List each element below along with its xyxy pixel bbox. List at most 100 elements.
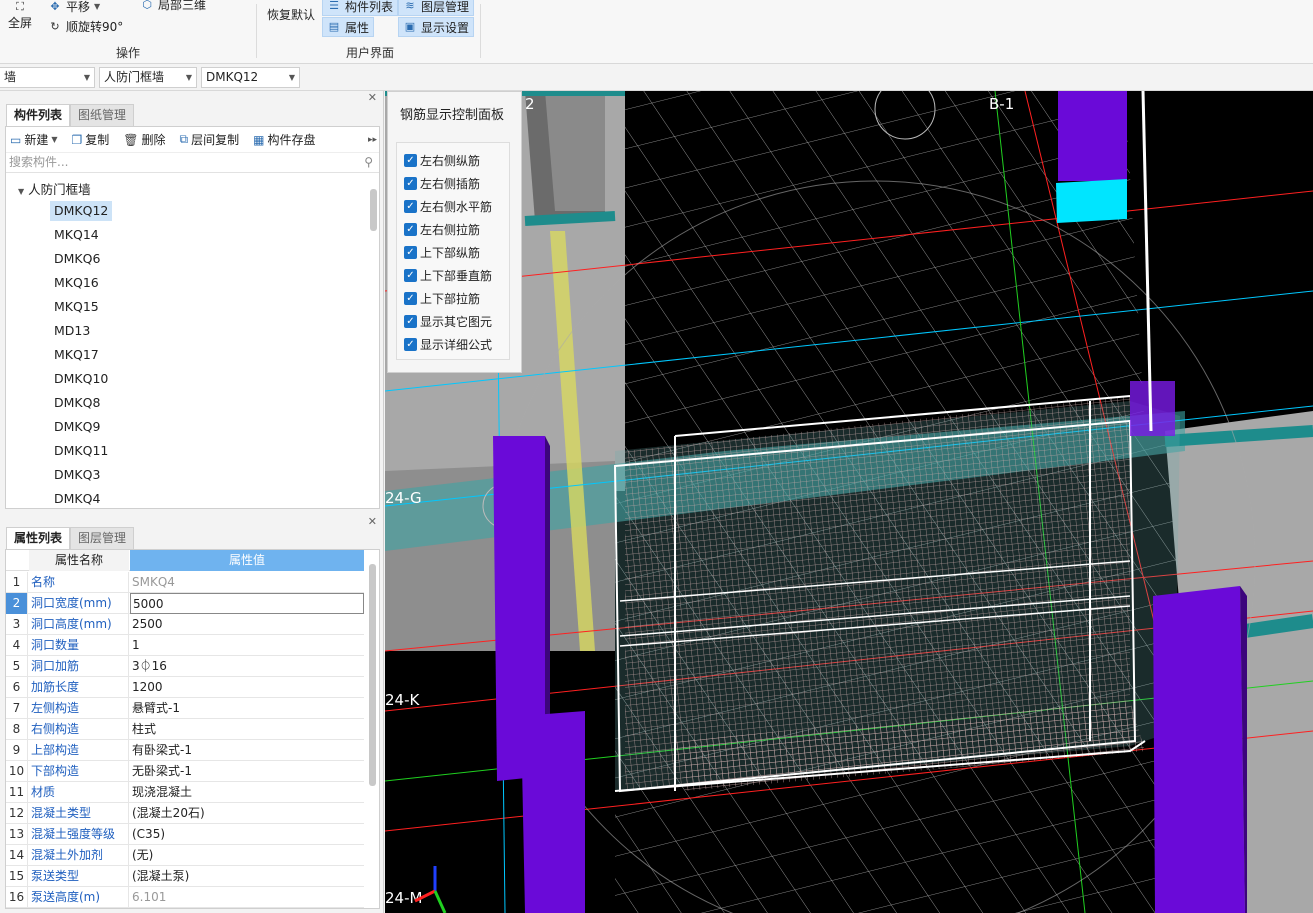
copy-button[interactable]: ❐ 复制	[72, 131, 110, 148]
property-value[interactable]: 5000	[130, 593, 364, 614]
rebar-option-checkbox[interactable]: ✓ 显示详细公式	[404, 336, 492, 353]
property-row[interactable]: 2 洞口宽度(mm) 5000	[6, 593, 364, 614]
tree-item[interactable]: DMKQ11	[50, 441, 112, 461]
property-value[interactable]: 1200	[130, 677, 364, 698]
tree-root[interactable]: ▼ 人防门框墙	[18, 179, 91, 198]
layer-copy-button[interactable]: ⧉ 层间复制	[180, 131, 240, 148]
property-value[interactable]: 有卧梁式-1	[130, 740, 364, 761]
property-row[interactable]: 1 名称 SMKQ4	[6, 572, 364, 593]
tree-item[interactable]: MKQ16	[50, 273, 103, 293]
tree-item[interactable]: DMKQ4	[50, 489, 104, 508]
component-panel: ▭ 新建 ▼ ❐ 复制 🗑 删除 ⧉ 层间复制 ▦ 构件存盘 ▸▸ 搜索构件... ⚲ ▼ …	[5, 126, 380, 509]
tree-item[interactable]: MKQ17	[50, 345, 103, 365]
new-button[interactable]: ▭ 新建 ▼	[10, 131, 58, 148]
property-row[interactable]: 5 洞口加筋 3⏀16	[6, 656, 364, 677]
rebar-option-checkbox[interactable]: ✓ 左右侧水平筋	[404, 198, 492, 215]
fullscreen-button[interactable]: ⛶ 全屏	[8, 0, 32, 31]
tree-item[interactable]: DMKQ9	[50, 417, 104, 437]
display-settings-toggle[interactable]: ▣ 显示设置	[398, 17, 475, 37]
search-input[interactable]: 搜索构件... ⚲	[6, 153, 379, 173]
property-name: 洞口宽度(mm)	[29, 593, 129, 614]
layer-mgmt-toggle[interactable]: ≋ 图层管理	[398, 0, 475, 16]
property-name: 混凝土类型	[29, 803, 129, 824]
property-value[interactable]: 3⏀16	[130, 656, 364, 677]
property-value[interactable]: (混凝土20石)	[130, 803, 364, 824]
ribbon-divider	[256, 4, 257, 58]
property-row[interactable]: 13 混凝土强度等级 (C35)	[6, 824, 364, 845]
property-value[interactable]: 现浇混凝土	[130, 782, 364, 803]
more-icon[interactable]: ▸▸	[368, 135, 377, 145]
rebar-option-label: 显示其它图元	[420, 315, 493, 329]
property-row[interactable]: 3 洞口高度(mm) 2500	[6, 614, 364, 635]
delete-button[interactable]: 🗑 删除	[123, 131, 165, 148]
property-row[interactable]: 12 混凝土类型 (混凝土20石)	[6, 803, 364, 824]
tree-item[interactable]: DMKQ12	[50, 201, 113, 221]
tree-scrollbar[interactable]	[370, 189, 377, 231]
tree-item[interactable]: DMKQ10	[50, 369, 112, 389]
tree-item[interactable]: MD13	[50, 321, 94, 341]
restore-default-button[interactable]: 恢复默认	[267, 6, 315, 23]
component-list-toggle[interactable]: ☰ 构件列表	[322, 0, 399, 16]
tab-layer-mgmt[interactable]: 图层管理	[70, 527, 135, 549]
property-value[interactable]: 6.101	[130, 887, 364, 908]
tree-item[interactable]: MKQ14	[50, 225, 103, 245]
close-icon[interactable]: ✕	[368, 91, 377, 104]
property-name: 混凝土外加剂	[29, 845, 129, 866]
component-select[interactable]: DMKQ12 ▼	[201, 67, 300, 88]
rebar-option-checkbox[interactable]: ✓ 左右侧插筋	[404, 175, 480, 192]
property-row[interactable]: 8 右侧构造 柱式	[6, 719, 364, 740]
property-value[interactable]: 2500	[130, 614, 364, 635]
property-row[interactable]: 14 混凝土外加剂 (无)	[6, 845, 364, 866]
property-value[interactable]: (混凝土泵)	[130, 866, 364, 887]
rebar-option-checkbox[interactable]: ✓ 显示其它图元	[404, 313, 492, 330]
property-row[interactable]: 11 材质 现浇混凝土	[6, 782, 364, 803]
rebar-option-checkbox[interactable]: ✓ 上下部拉筋	[404, 290, 480, 307]
property-scrollbar[interactable]	[369, 564, 376, 786]
tab-component-list[interactable]: 构件列表	[6, 104, 71, 126]
category-select[interactable]: 人防门框墙 ▼	[99, 67, 197, 88]
rebar-option-checkbox[interactable]: ✓ 上下部纵筋	[404, 244, 480, 261]
property-value[interactable]: (C35)	[130, 824, 364, 845]
property-row[interactable]: 10 下部构造 无卧梁式-1	[6, 761, 364, 782]
tab-drawing-mgmt[interactable]: 图纸管理	[70, 104, 135, 126]
axis-label-24m: 24-M	[385, 889, 422, 907]
3d-viewport[interactable]: 2 B-1 24-G 24-K 24-M	[385, 91, 1313, 913]
tree-item[interactable]: DMKQ3	[50, 465, 104, 485]
property-value[interactable]: 1	[130, 635, 364, 656]
axis-label-2: 2	[525, 95, 535, 113]
pan-button[interactable]: ✥ 平移 ▼	[48, 0, 100, 15]
tree-item[interactable]: MKQ15	[50, 297, 103, 317]
row-number: 14	[6, 845, 28, 866]
chevron-down-icon: ▼	[83, 73, 90, 82]
local3d-button[interactable]: ⬡ 局部三维	[140, 0, 206, 13]
rebar-option-checkbox[interactable]: ✓ 左右侧拉筋	[404, 221, 480, 238]
property-row[interactable]: 7 左侧构造 悬臂式-1	[6, 698, 364, 719]
rebar-option-checkbox[interactable]: ✓ 上下部垂直筋	[404, 267, 492, 284]
property-value[interactable]: SMKQ4	[130, 572, 364, 593]
row-number: 15	[6, 866, 28, 887]
property-row[interactable]: 4 洞口数量 1	[6, 635, 364, 656]
property-value[interactable]: 悬臂式-1	[130, 698, 364, 719]
tree-item[interactable]: DMKQ6	[50, 249, 104, 269]
property-row[interactable]: 15 泵送类型 (混凝土泵)	[6, 866, 364, 887]
property-value[interactable]: (无)	[130, 845, 364, 866]
rebar-option-label: 上下部纵筋	[420, 246, 481, 260]
list-icon: ☰	[329, 0, 339, 12]
property-name: 右侧构造	[29, 719, 129, 740]
property-row[interactable]: 16 泵送高度(m) 6.101	[6, 887, 364, 908]
close-icon[interactable]: ✕	[368, 515, 377, 528]
save-component-button[interactable]: ▦ 构件存盘	[253, 131, 315, 148]
rebar-option-checkbox[interactable]: ✓ 左右侧纵筋	[404, 152, 480, 169]
rebar-option-label: 显示详细公式	[420, 338, 493, 352]
tree-item[interactable]: DMKQ8	[50, 393, 104, 413]
properties-toggle[interactable]: ▤ 属性	[322, 17, 375, 37]
property-row[interactable]: 9 上部构造 有卧梁式-1	[6, 740, 364, 761]
rotate-button[interactable]: ↻ 顺旋转90°	[48, 18, 123, 35]
property-name: 洞口数量	[29, 635, 129, 656]
type-select[interactable]: 墙 ▼	[0, 67, 95, 88]
tab-property-list[interactable]: 属性列表	[6, 527, 71, 549]
property-value[interactable]: 无卧梁式-1	[130, 761, 364, 782]
property-value[interactable]: 柱式	[130, 719, 364, 740]
property-row[interactable]: 6 加筋长度 1200	[6, 677, 364, 698]
display-settings-icon: ▣	[404, 20, 416, 33]
